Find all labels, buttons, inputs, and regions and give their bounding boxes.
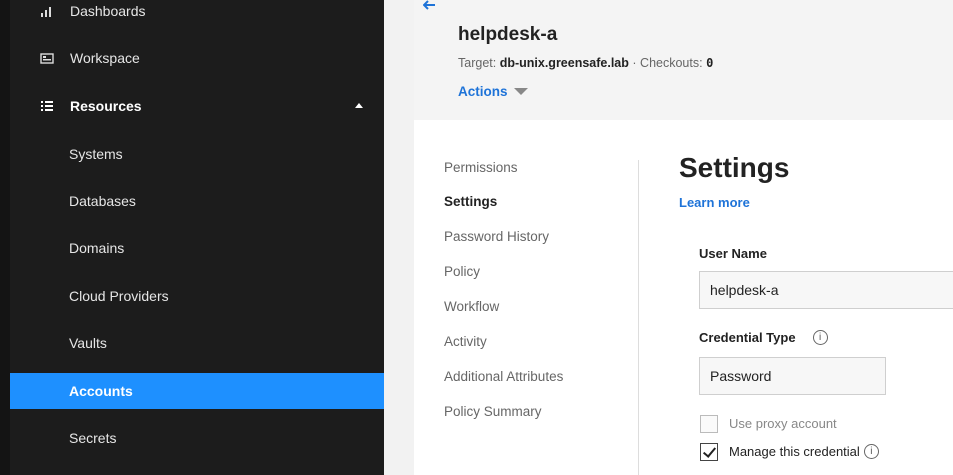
account-summary: Target: db-unix.greensafe.lab · Checkout… <box>458 56 713 70</box>
sidebar: Dashboards Workspace Resources Systems D… <box>0 0 384 475</box>
subnav-activity[interactable]: Activity <box>444 334 487 349</box>
user-name-label: User Name <box>699 246 767 261</box>
sidebar-item-label: Resources <box>70 98 142 114</box>
manage-credential-label: Manage this credential <box>729 444 860 459</box>
target-label: Target: <box>458 56 497 70</box>
subnav-permissions[interactable]: Permissions <box>444 160 518 175</box>
subnav-password-history[interactable]: Password History <box>444 229 549 244</box>
sidebar-item-domains[interactable]: Domains <box>10 230 384 266</box>
content-gutter <box>384 0 414 475</box>
sidebar-item-label: Dashboards <box>70 3 146 19</box>
sidebar-item-accounts[interactable]: Accounts <box>10 373 384 409</box>
sidebar-item-secrets[interactable]: Secrets <box>10 420 384 456</box>
user-name-input[interactable] <box>699 271 953 309</box>
separator: · <box>632 56 637 70</box>
manage-credential-checkbox[interactable] <box>700 443 718 461</box>
manage-credential-row: Manage this credential i <box>729 444 879 459</box>
sidebar-edge <box>0 0 10 475</box>
section-title: Settings <box>679 152 790 183</box>
info-icon[interactable]: i <box>863 444 879 459</box>
credential-type-label: Credential Type <box>699 330 796 345</box>
subnav-additional-attributes[interactable]: Additional Attributes <box>444 369 563 384</box>
chevron-up-icon[interactable] <box>355 103 363 108</box>
credential-type-label-row: Credential Type i <box>699 330 828 345</box>
workspace-icon <box>40 51 54 65</box>
caret-down-icon <box>513 88 528 95</box>
credential-type-select[interactable] <box>699 357 886 395</box>
actions-dropdown[interactable]: Actions <box>458 84 528 99</box>
sidebar-item-workspace[interactable]: Workspace <box>10 40 384 76</box>
subnav-policy[interactable]: Policy <box>444 264 480 279</box>
sidebar-item-cloud-providers[interactable]: Cloud Providers <box>10 278 384 314</box>
back-arrow-icon[interactable] <box>422 0 437 13</box>
subnav-workflow[interactable]: Workflow <box>444 299 499 314</box>
checkouts-value: 0 <box>706 56 714 70</box>
sidebar-item-label: Databases <box>69 193 136 209</box>
divider <box>638 160 639 475</box>
learn-more-link[interactable]: Learn more <box>679 195 750 210</box>
subnav-policy-summary[interactable]: Policy Summary <box>444 404 542 419</box>
sidebar-item-label: Cloud Providers <box>69 288 169 304</box>
info-icon[interactable]: i <box>812 330 828 345</box>
target-value: db-unix.greensafe.lab <box>499 56 629 70</box>
sidebar-item-dashboards[interactable]: Dashboards <box>10 0 384 29</box>
sidebar-item-label: Systems <box>69 146 123 162</box>
actions-label: Actions <box>458 84 508 99</box>
sidebar-item-vaults[interactable]: Vaults <box>10 325 384 361</box>
bar-chart-icon <box>40 4 54 18</box>
list-icon <box>40 99 54 113</box>
sidebar-item-resources[interactable]: Resources <box>10 88 384 124</box>
sidebar-item-label: Vaults <box>69 335 107 351</box>
page-title: helpdesk-a <box>458 24 558 45</box>
sidebar-item-label: Workspace <box>70 50 140 66</box>
sidebar-item-label: Secrets <box>69 430 117 446</box>
use-proxy-label: Use proxy account <box>729 416 837 431</box>
checkouts-label: Checkouts: <box>640 56 703 70</box>
sidebar-item-databases[interactable]: Databases <box>10 183 384 219</box>
sidebar-item-label: Accounts <box>69 383 133 399</box>
sidebar-item-label: Domains <box>69 240 125 256</box>
use-proxy-checkbox[interactable] <box>700 415 718 433</box>
sidebar-item-systems[interactable]: Systems <box>10 136 384 172</box>
subnav-settings[interactable]: Settings <box>444 194 497 209</box>
